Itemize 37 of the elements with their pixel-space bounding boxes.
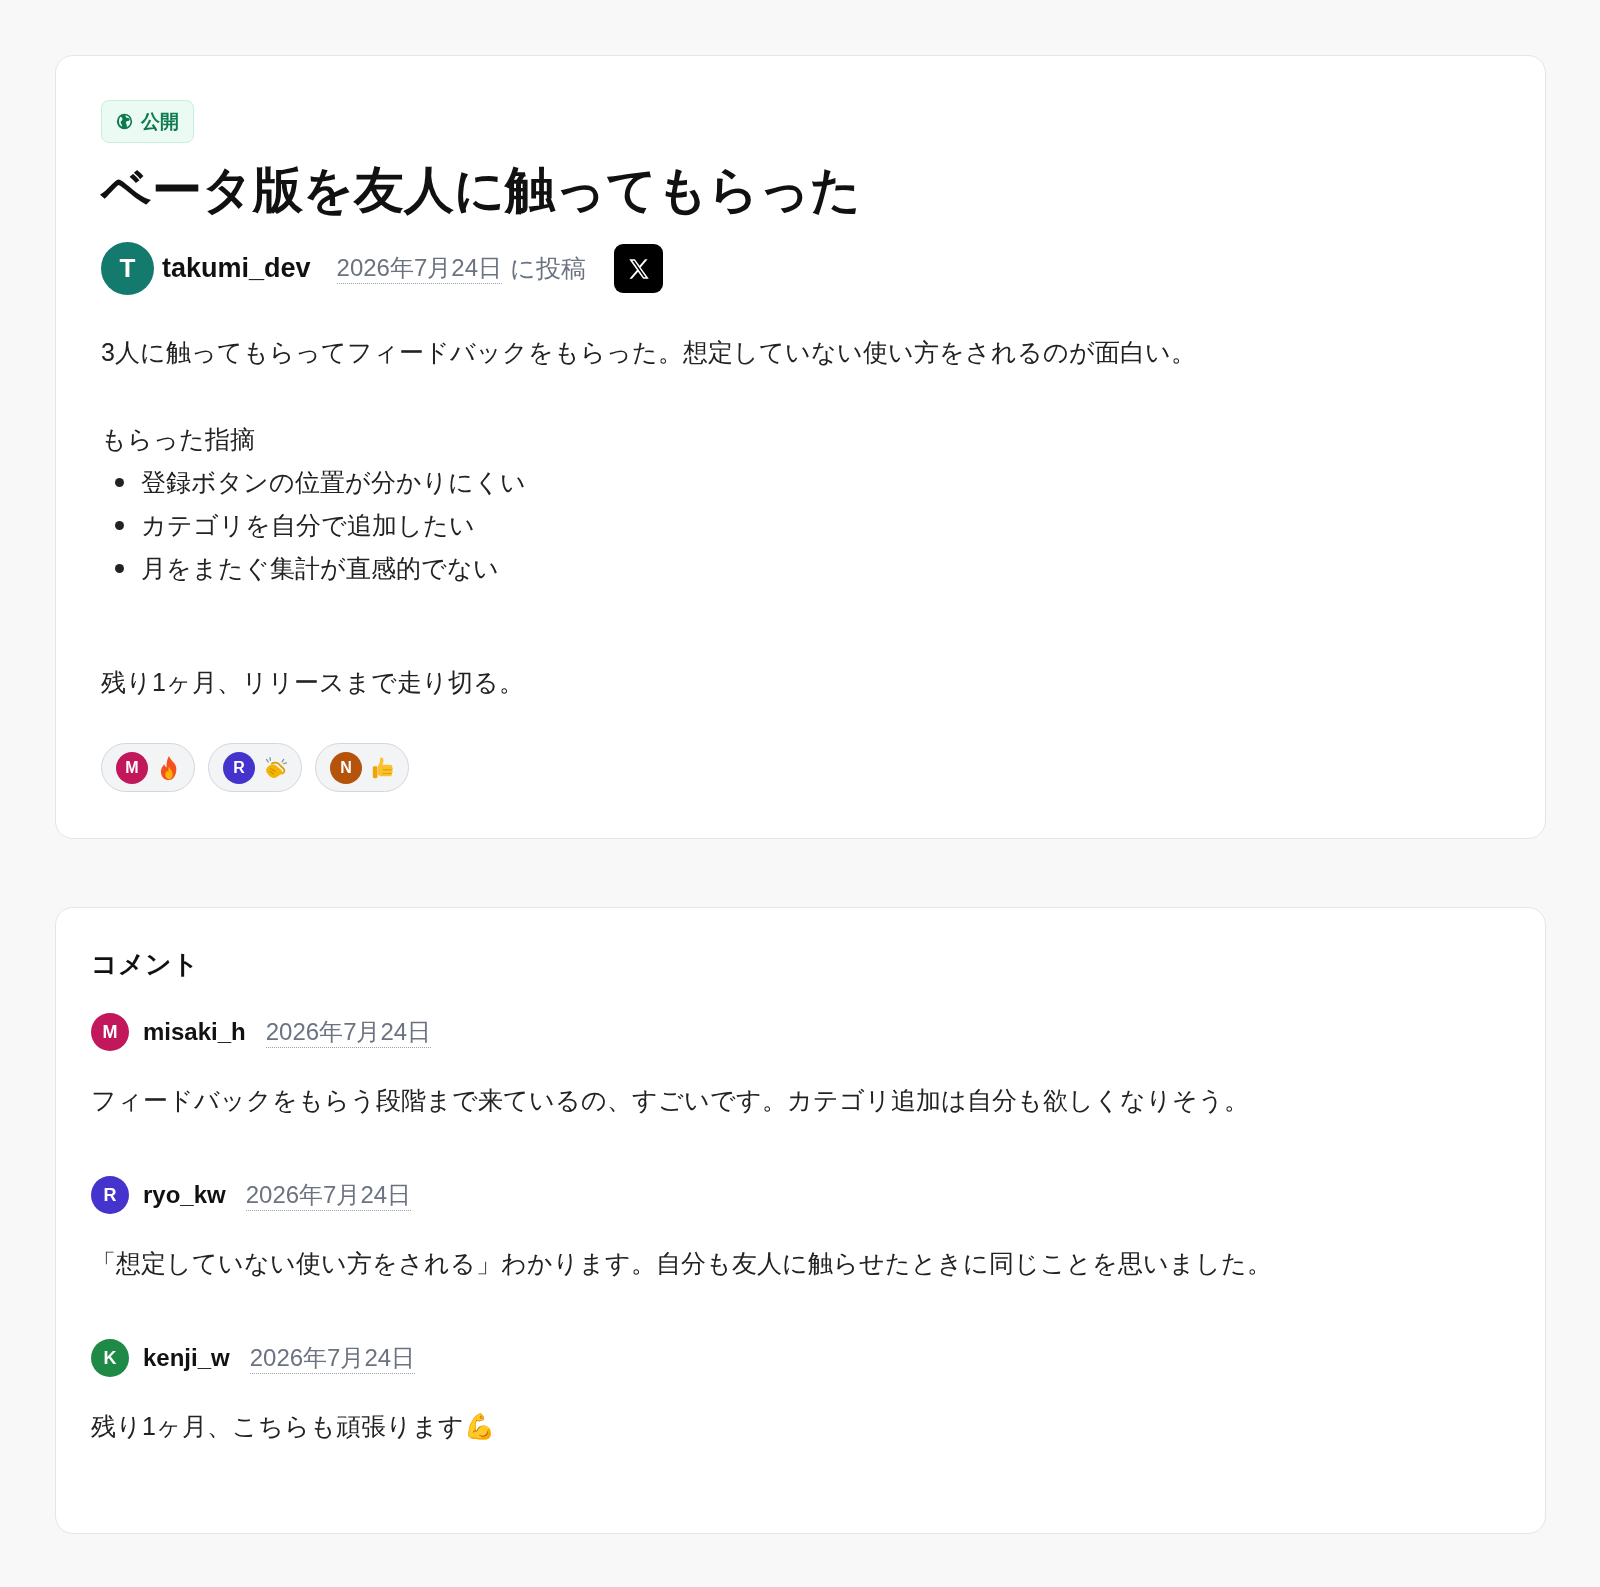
list-item-text: 登録ボタンの位置が分かりにくい bbox=[141, 467, 526, 498]
post-title: ベータ版を友人に触ってもらった bbox=[101, 161, 862, 220]
bullet-icon bbox=[115, 564, 124, 573]
comments-heading: コメント bbox=[91, 948, 200, 981]
reaction-button[interactable]: R bbox=[208, 743, 302, 792]
commenter-avatar: R bbox=[91, 1176, 129, 1214]
list-heading: もらった指摘 bbox=[101, 424, 256, 455]
commenter-name[interactable]: misaki_h bbox=[143, 1018, 246, 1046]
commenter-name[interactable]: kenji_w bbox=[143, 1344, 230, 1372]
bullet-icon bbox=[115, 521, 124, 530]
author-name[interactable]: takumi_dev bbox=[162, 253, 311, 284]
list-item-text: 月をまたぐ集計が直感的でない bbox=[141, 553, 499, 584]
bullet-icon bbox=[115, 478, 124, 487]
comment-text: フィードバックをもらう段階まで来ているの、すごいです。カテゴリ追加は自分も欲しくなりそう。 bbox=[91, 1085, 1250, 1116]
comment-date: 2026年7月24日 bbox=[245, 1179, 412, 1211]
clapping-hands-icon bbox=[264, 754, 288, 781]
reactor-avatar: R bbox=[223, 751, 255, 784]
visibility-label: 公開 bbox=[141, 112, 179, 131]
list-item-text: カテゴリを自分で追加したい bbox=[141, 510, 475, 541]
commenter-name[interactable]: ryo_kw bbox=[143, 1181, 226, 1209]
author-avatar: T bbox=[101, 242, 154, 295]
reactor-avatar: M bbox=[116, 751, 148, 784]
commenter-avatar: K bbox=[91, 1339, 129, 1377]
post-paragraph: 残り1ヶ月、リリースまで走り切る。 bbox=[101, 667, 525, 698]
comment-date: 2026年7月24日 bbox=[265, 1016, 432, 1048]
posted-label: に投稿 bbox=[510, 253, 586, 284]
share-button[interactable] bbox=[614, 244, 663, 293]
post-paragraph: 3人に触ってもらってフィードバックをもらった。想定していない使い方をされるのが面白い。 bbox=[101, 337, 1197, 368]
comment-date: 2026年7月24日 bbox=[249, 1342, 416, 1374]
comment-text: 残り1ヶ月、こちらも頑張ります💪 bbox=[91, 1411, 496, 1442]
reactor-avatar: N bbox=[330, 751, 362, 784]
reaction-button[interactable]: N bbox=[315, 743, 409, 792]
commenter-avatar: M bbox=[91, 1013, 129, 1051]
globe-icon bbox=[116, 113, 133, 130]
comment-text: 「想定していない使い方をされる」わかります。自分も友人に触らせたときに同じことを思いました。 bbox=[91, 1248, 1273, 1279]
post-date: 2026年7月24日 bbox=[336, 253, 502, 284]
reaction-button[interactable]: M bbox=[101, 743, 195, 792]
